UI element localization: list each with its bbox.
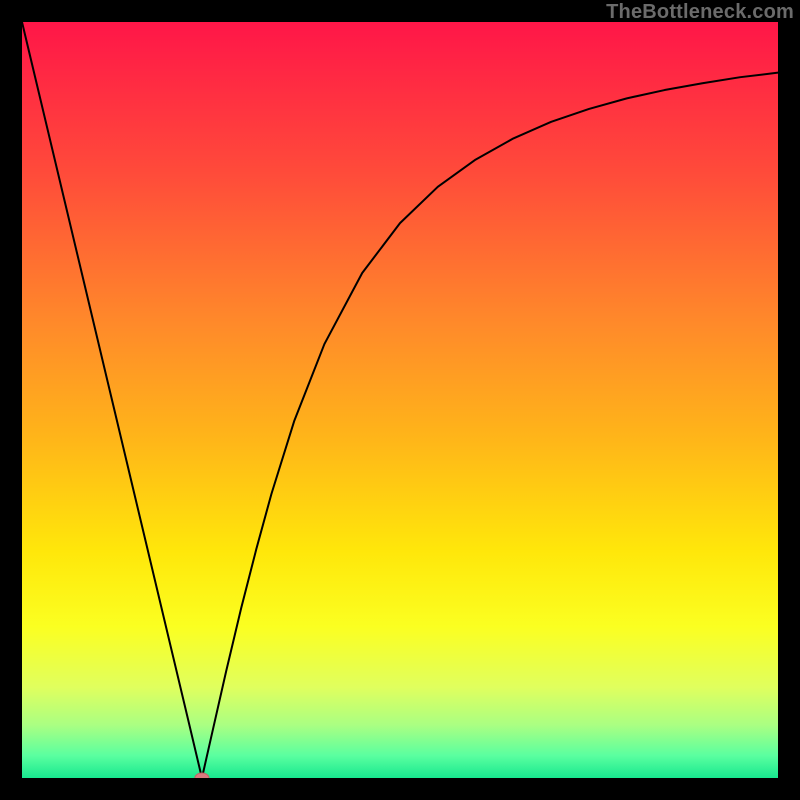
gradient-background [22,22,778,778]
chart-frame: TheBottleneck.com [0,0,800,800]
bottleneck-chart [22,22,778,778]
watermark-text: TheBottleneck.com [606,1,794,24]
